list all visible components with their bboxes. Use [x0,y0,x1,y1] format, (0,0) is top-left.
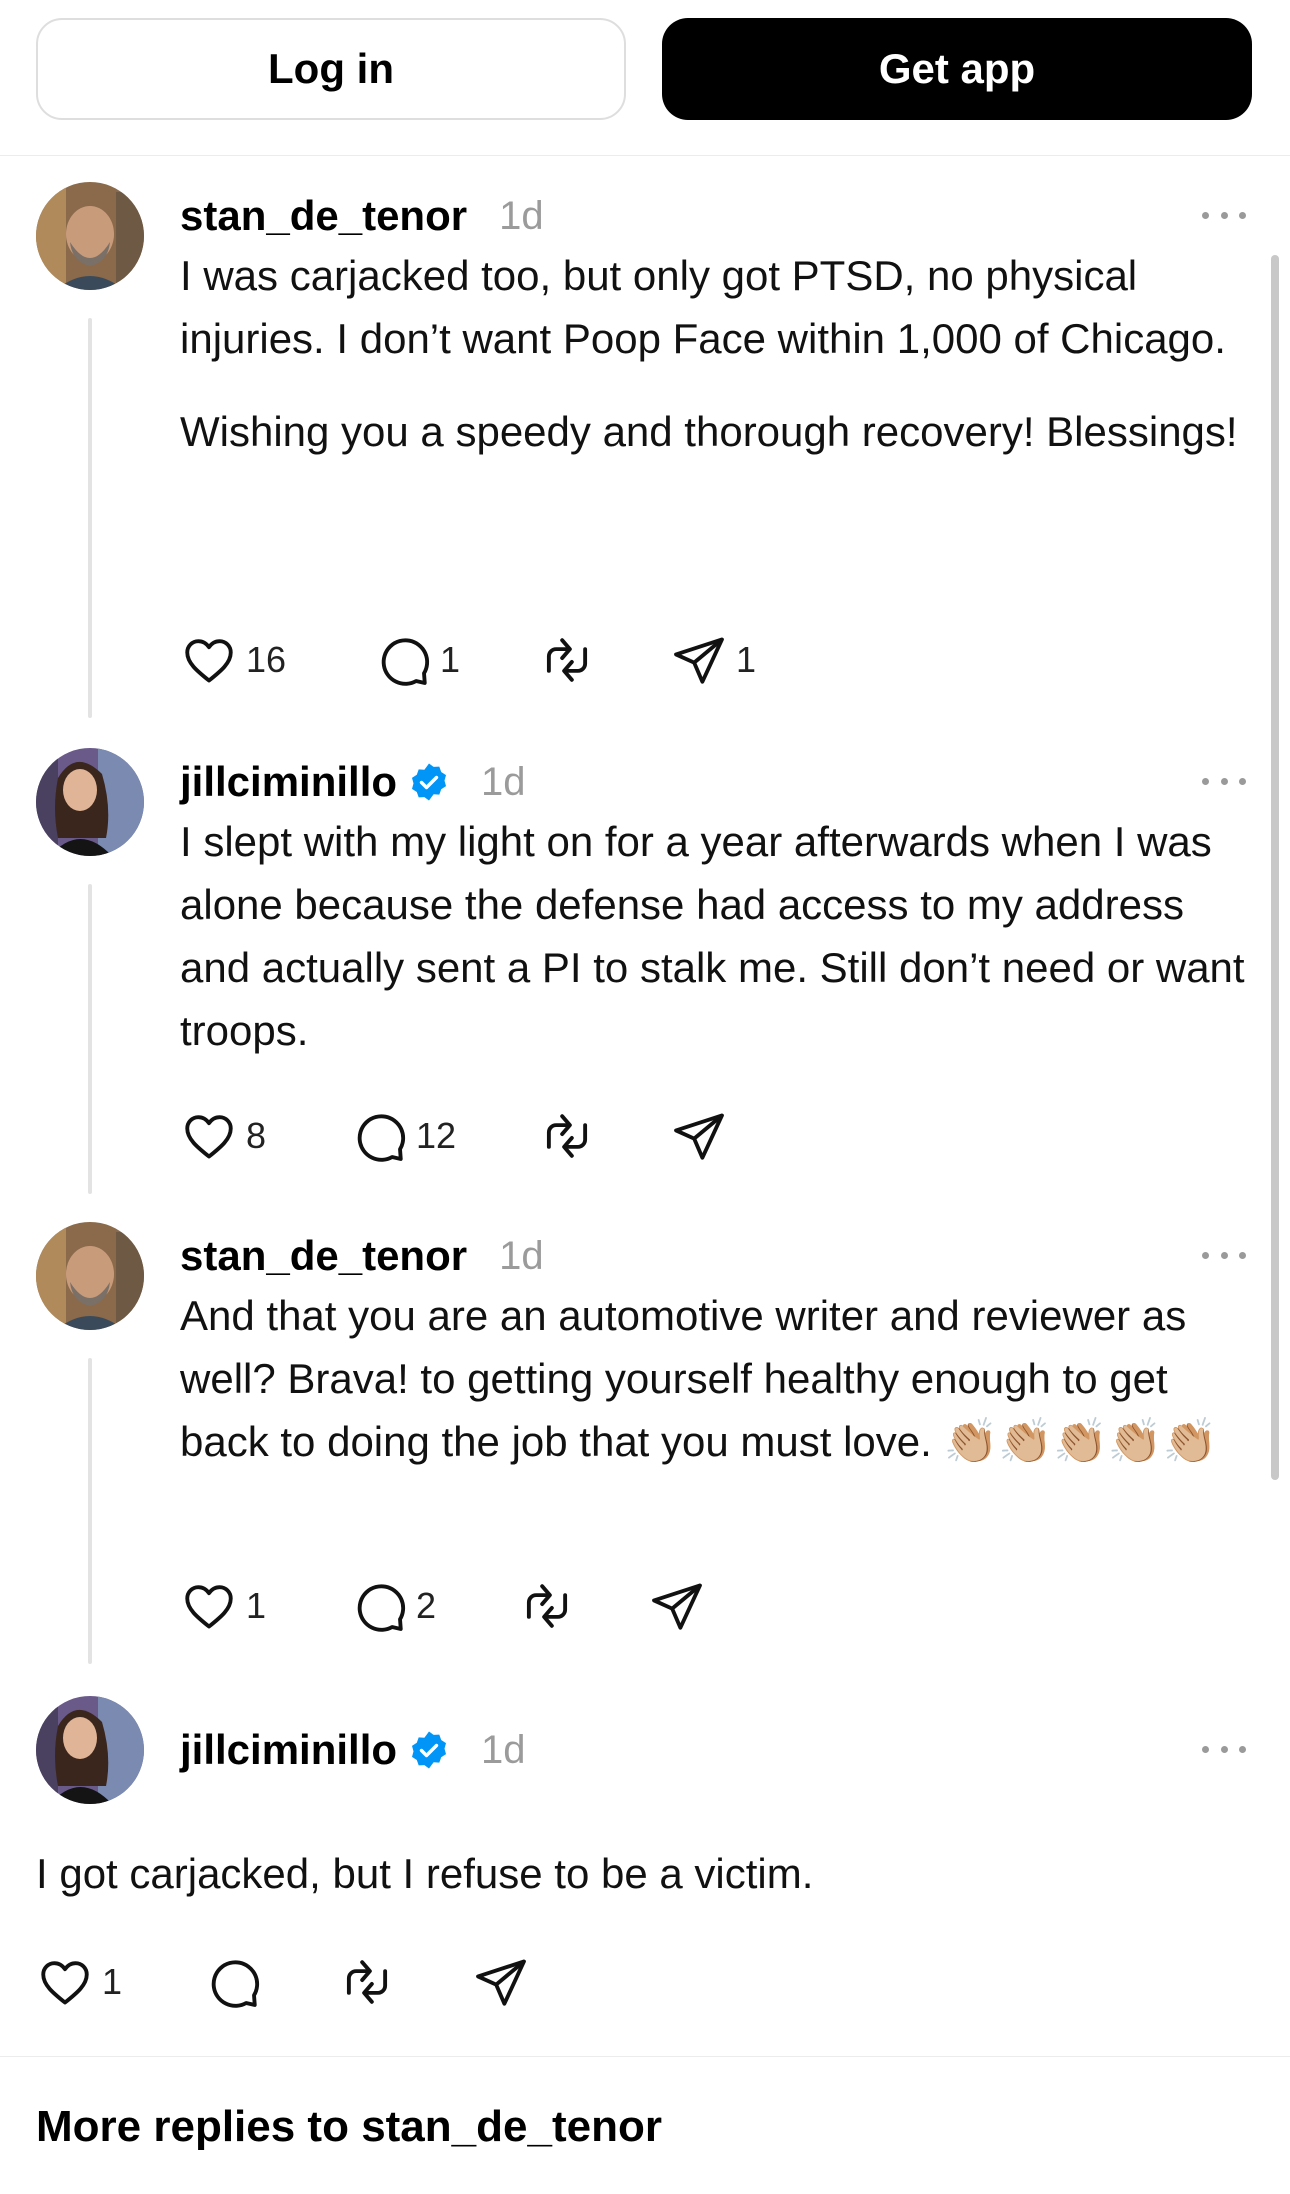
avatar[interactable] [36,1222,144,1330]
share-button[interactable]: 1 [670,630,756,690]
heart-icon [41,1961,89,2005]
repost-icon [526,1584,568,1628]
thread-line [88,1358,92,1664]
thread-line [88,884,92,1194]
share-button[interactable] [670,1106,728,1166]
more-icon[interactable] [1202,200,1246,230]
comment-icon [357,1584,406,1632]
like-button[interactable]: 1 [36,1952,204,2012]
more-icon[interactable] [1202,1734,1246,1764]
like-count: 1 [102,1961,123,2002]
action-bar: 1 [36,1952,530,2012]
send-icon [652,1583,702,1630]
repost-button[interactable] [518,1576,648,1636]
reply-count: 12 [416,1115,457,1156]
reply-button[interactable] [204,1952,338,2012]
timestamp: 1d [499,1233,544,1278]
avatar[interactable] [36,1696,144,1804]
share-button[interactable] [648,1576,706,1636]
post-text: I was carjacked too, but only got PTSD, … [180,244,1260,463]
repost-button[interactable] [538,1106,670,1166]
heart-icon [185,1585,233,1629]
like-button[interactable]: 1 [180,1576,350,1636]
timestamp: 1d [481,1727,526,1772]
post-text: I slept with my light on for a year afte… [180,810,1260,1062]
heart-icon [185,639,233,683]
timestamp: 1d [499,193,544,238]
post-paragraph: I was carjacked too, but only got PTSD, … [180,252,1226,362]
repost-button[interactable] [338,1952,472,2012]
username[interactable]: jillciminillo [180,758,397,806]
repost-icon [346,1960,388,2004]
username[interactable]: stan_de_tenor [180,192,467,240]
reply-button[interactable]: 1 [374,630,538,690]
action-bar: 8 12 [180,1106,728,1166]
username[interactable]: jillciminillo [180,1726,397,1774]
verified-icon [412,1731,447,1769]
more-icon[interactable] [1202,1240,1246,1270]
comment-icon [381,638,430,686]
share-button[interactable] [472,1952,530,2012]
clapping-emoji: 👏🏼👏🏼👏🏼👏🏼👏🏼 [943,1417,1218,1466]
reply-post: jillciminillo 1d I slept with my light o… [0,748,1290,1218]
top-bar: Log in Get app [0,0,1290,156]
repost-icon [546,638,588,682]
reply-count: 2 [416,1585,437,1626]
repost-icon [546,1114,588,1158]
reply-post: stan_de_tenor 1d I was carjacked too, bu… [0,182,1290,742]
action-bar: 1 2 [180,1576,706,1636]
reply-button[interactable]: 12 [350,1106,538,1166]
more-replies-heading: More replies to stan_de_tenor [36,2102,662,2151]
divider [0,2056,1290,2057]
timestamp: 1d [481,759,526,804]
post-paragraph: I got carjacked, but I refuse to be a vi… [36,1850,814,1897]
avatar[interactable] [36,182,144,290]
get-app-button[interactable]: Get app [662,18,1252,120]
like-button[interactable]: 8 [180,1106,350,1166]
reply-button[interactable]: 2 [350,1576,518,1636]
send-icon [674,1113,724,1160]
comment-icon [211,1960,260,2008]
comment-icon [357,1114,406,1162]
reply-post: jillciminillo 1d I got carjacked, but I … [0,1696,1290,2008]
post-paragraph: I slept with my light on for a year afte… [180,818,1245,1054]
post-paragraph: Wishing you a speedy and thorough recove… [180,408,1238,455]
send-icon [674,637,724,684]
like-count: 16 [246,639,287,680]
action-bar: 16 1 1 [180,630,756,690]
reply-post: stan_de_tenor 1d And that you are an aut… [0,1222,1290,1692]
reply-count: 1 [440,639,461,680]
send-icon [476,1959,526,2006]
share-count: 1 [736,639,757,680]
heart-icon [185,1115,233,1159]
post-text: And that you are an automotive writer an… [180,1284,1260,1473]
thread-line [88,318,92,718]
login-button[interactable]: Log in [36,18,626,120]
username[interactable]: stan_de_tenor [180,1232,467,1280]
avatar[interactable] [36,748,144,856]
post-text: I got carjacked, but I refuse to be a vi… [36,1842,1256,1905]
like-button[interactable]: 16 [180,630,374,690]
verified-icon [412,763,447,801]
more-icon[interactable] [1202,766,1246,796]
repost-button[interactable] [538,630,670,690]
like-count: 1 [246,1585,267,1626]
like-count: 8 [246,1115,267,1156]
